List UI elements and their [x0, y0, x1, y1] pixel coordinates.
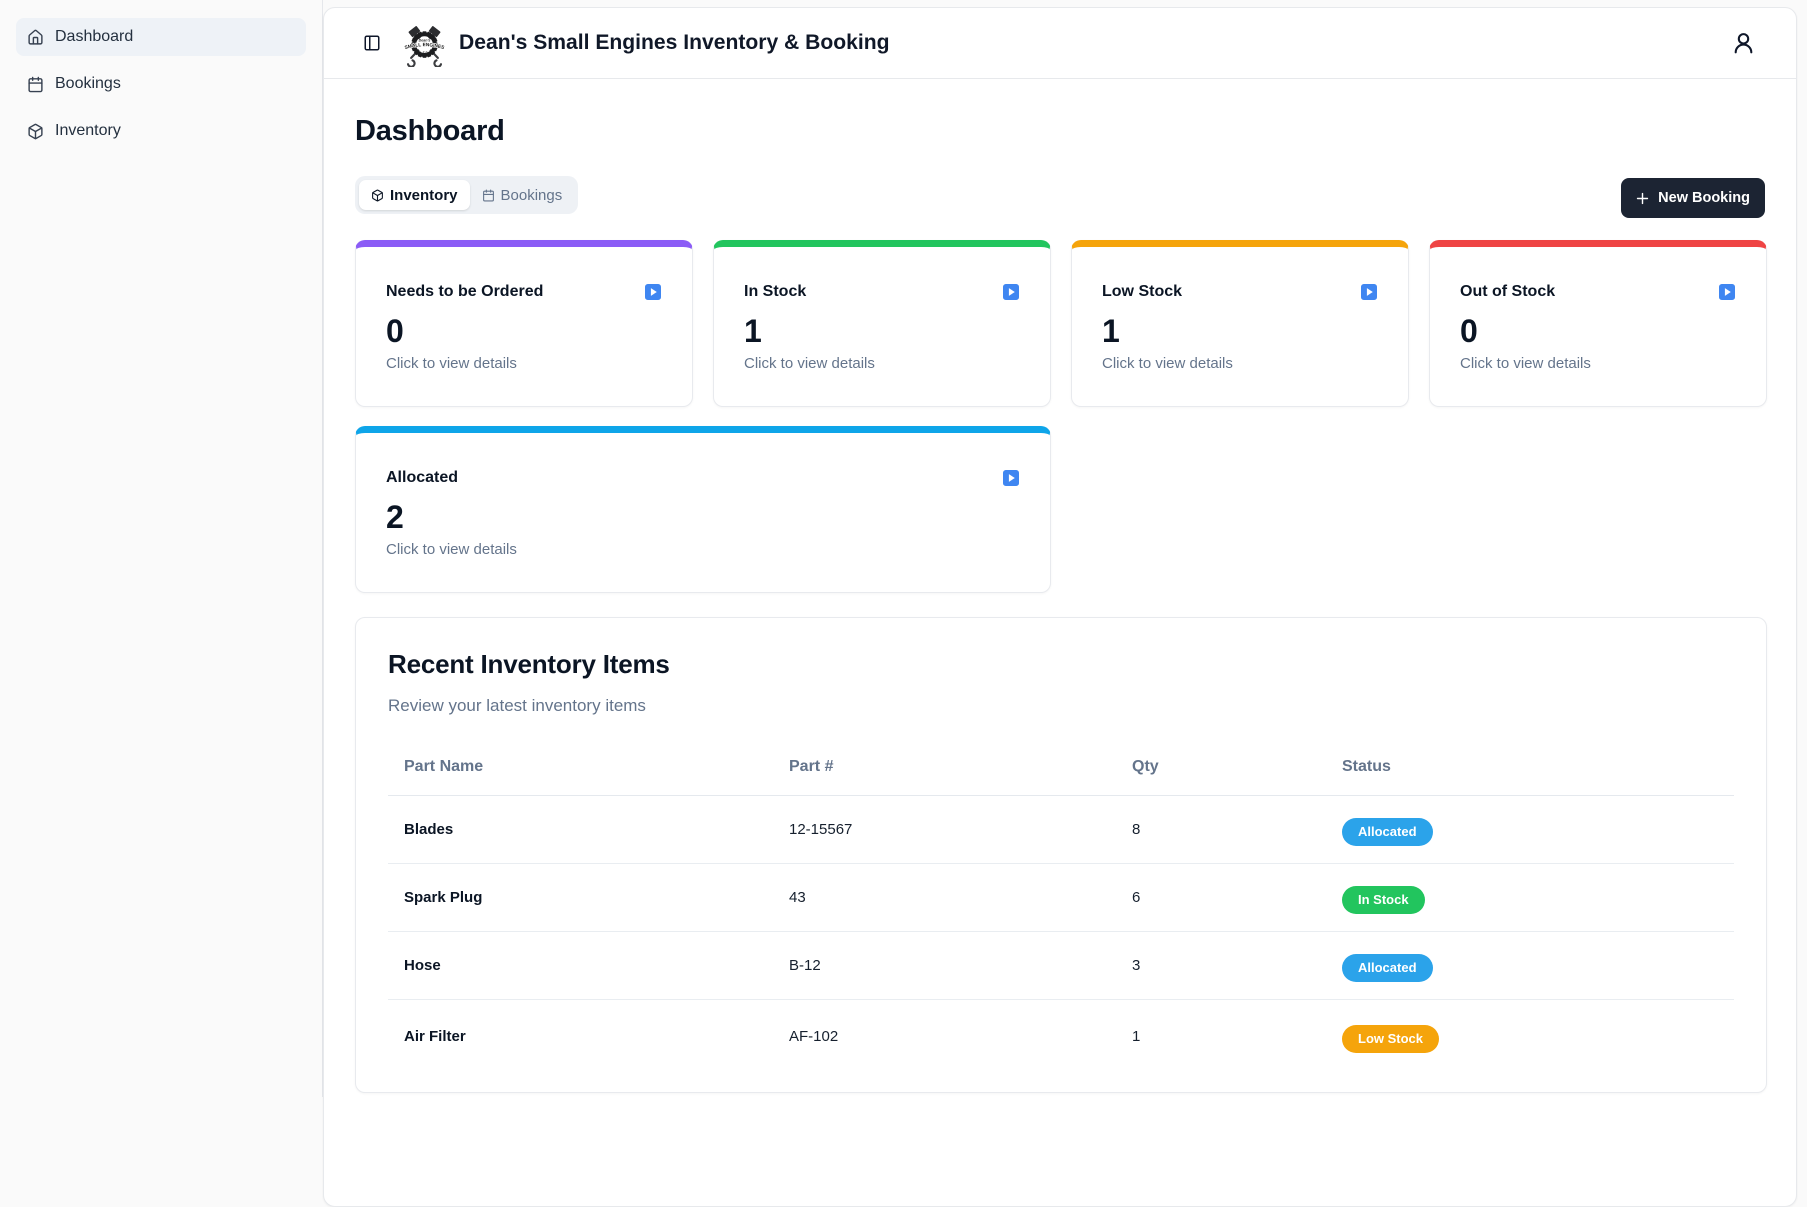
- svg-text:Dean's: Dean's: [419, 38, 431, 42]
- svg-text:LTD: LTD: [420, 50, 428, 54]
